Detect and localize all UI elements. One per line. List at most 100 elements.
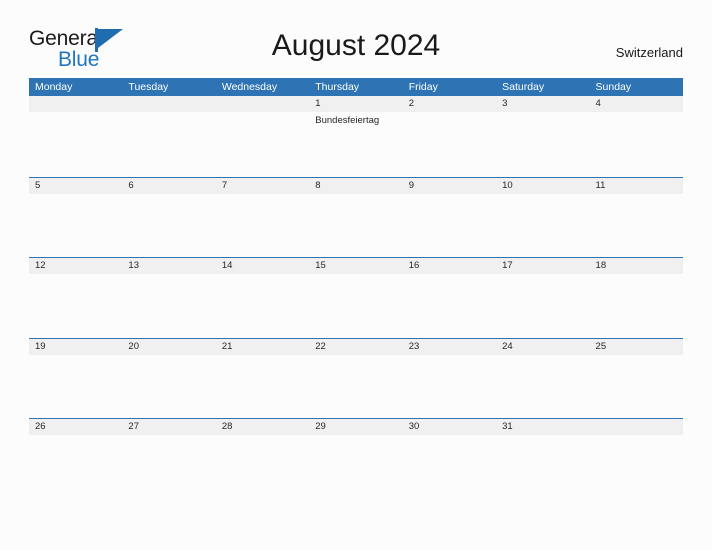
day-number: 7 xyxy=(221,179,228,191)
page-header: General Blue August 2024 Switzerland xyxy=(0,0,712,76)
calendar-day-cell[interactable] xyxy=(122,96,216,175)
calendar-day-cell[interactable]: 24 xyxy=(496,338,590,418)
calendar-week-row: 26 27 28 29 30 31 xyxy=(29,418,683,499)
calendar-day-cell[interactable]: 9 xyxy=(402,177,497,257)
day-number: 5 xyxy=(35,179,41,191)
day-number: 1 xyxy=(315,98,321,109)
calendar-grid: Monday Tuesday Wednesday Thursday Friday… xyxy=(29,78,683,499)
day-number: 15 xyxy=(315,260,326,271)
calendar-week-cells: 5 6 7 8 9 10 11 xyxy=(29,177,683,257)
calendar-day-cell[interactable]: 15 xyxy=(309,258,403,337)
calendar-day-cell[interactable]: 22 xyxy=(309,338,403,418)
calendar-day-cell[interactable]: 1 Bundesfeiertag xyxy=(309,96,403,175)
weekday-header-sunday: Sunday xyxy=(595,81,632,93)
day-number: 18 xyxy=(595,260,607,271)
calendar-week-row: 12 13 14 15 16 17 18 xyxy=(29,257,683,338)
day-number: 26 xyxy=(35,421,46,432)
day-number: 22 xyxy=(315,340,326,352)
calendar-day-cell[interactable]: 2 xyxy=(402,96,497,175)
day-number: 4 xyxy=(595,98,601,109)
calendar-day-cell[interactable]: 18 xyxy=(589,258,683,337)
day-number: 12 xyxy=(35,260,46,271)
day-number: 16 xyxy=(408,260,420,271)
calendar-day-cell[interactable]: 11 xyxy=(589,177,683,257)
calendar-day-cell[interactable]: 16 xyxy=(402,258,497,337)
page-title: August 2024 xyxy=(271,29,441,62)
calendar-day-cell[interactable]: 10 xyxy=(496,177,590,257)
day-number-band xyxy=(309,177,403,194)
day-event-label: Bundesfeiertag xyxy=(315,115,380,126)
calendar-day-cell[interactable]: 7 xyxy=(215,177,310,257)
day-number-band xyxy=(402,96,497,112)
calendar-day-cell[interactable]: 3 xyxy=(496,96,590,175)
weekday-header-thursday: Thursday xyxy=(315,81,360,93)
day-events: Bundesfeiertag xyxy=(315,114,399,127)
day-number: 6 xyxy=(128,179,134,191)
calendar-day-cell[interactable]: 27 xyxy=(122,419,216,498)
calendar-week-row: 1 Bundesfeiertag 2 3 4 xyxy=(29,96,683,177)
day-number: 24 xyxy=(502,340,513,352)
calendar-day-cell[interactable]: 29 xyxy=(309,419,403,498)
calendar-week-cells: 1 Bundesfeiertag 2 3 4 xyxy=(29,96,683,175)
day-number: 11 xyxy=(595,179,606,191)
calendar-week-row: 5 6 7 8 9 10 11 xyxy=(29,176,683,258)
day-number: 14 xyxy=(221,260,233,271)
weekday-header-tuesday: Tuesday xyxy=(128,81,169,93)
day-number: 29 xyxy=(315,421,326,432)
day-number-band xyxy=(402,177,497,194)
calendar-day-cell[interactable]: 23 xyxy=(402,338,497,418)
day-number: 13 xyxy=(128,260,139,271)
day-number: 28 xyxy=(221,421,233,432)
calendar-day-cell[interactable]: 6 xyxy=(122,177,216,257)
day-number-band xyxy=(589,419,683,435)
calendar-week-cells: 19 20 21 22 23 24 25 xyxy=(29,338,683,418)
calendar-day-cell[interactable]: 8 xyxy=(309,177,403,257)
calendar-day-cell[interactable]: 12 xyxy=(29,258,123,337)
weekday-header-row: Monday Tuesday Wednesday Thursday Friday… xyxy=(29,78,683,96)
calendar-day-cell[interactable]: 17 xyxy=(496,258,590,337)
calendar-day-cell[interactable]: 14 xyxy=(215,258,310,337)
day-number: 30 xyxy=(408,421,420,432)
calendar-day-cell[interactable]: 5 xyxy=(29,177,123,257)
calendar-day-cell[interactable]: 21 xyxy=(215,338,310,418)
day-number: 25 xyxy=(595,340,607,352)
weekday-header-friday: Friday xyxy=(408,81,438,93)
weekday-header-monday: Monday xyxy=(35,81,73,93)
day-number: 27 xyxy=(128,421,139,432)
calendar-day-cell[interactable]: 4 xyxy=(589,96,683,175)
day-number-band xyxy=(496,96,590,112)
calendar-day-cell[interactable]: 31 xyxy=(496,419,590,498)
calendar-day-cell[interactable]: 13 xyxy=(122,258,216,337)
calendar-day-cell[interactable]: 26 xyxy=(29,419,123,498)
day-number: 2 xyxy=(408,98,414,109)
day-number: 20 xyxy=(128,340,139,352)
day-number-band xyxy=(29,177,123,194)
day-number: 19 xyxy=(35,340,46,352)
day-number-band xyxy=(215,177,310,194)
day-number-band xyxy=(29,96,123,112)
calendar-day-cell[interactable] xyxy=(29,96,123,175)
calendar-week-row: 19 20 21 22 23 24 25 xyxy=(29,337,683,419)
day-number: 21 xyxy=(221,340,233,352)
calendar-day-cell[interactable]: 25 xyxy=(589,338,683,418)
day-number-band xyxy=(589,96,683,112)
day-number: 23 xyxy=(408,340,420,352)
day-number-band xyxy=(122,177,216,194)
calendar-day-cell[interactable] xyxy=(589,419,683,498)
calendar-day-cell[interactable]: 28 xyxy=(215,419,310,498)
weekday-header-wednesday: Wednesday xyxy=(221,81,278,93)
day-number: 9 xyxy=(408,179,414,191)
day-number: 17 xyxy=(502,260,513,271)
calendar-day-cell[interactable]: 30 xyxy=(402,419,497,498)
weekday-header-saturday: Saturday xyxy=(502,81,545,93)
day-number-band xyxy=(215,96,310,112)
day-number: 31 xyxy=(502,421,513,432)
calendar-day-cell[interactable]: 20 xyxy=(122,338,216,418)
region-label: Switzerland xyxy=(615,45,683,60)
day-number: 8 xyxy=(315,179,321,191)
calendar-day-cell[interactable]: 19 xyxy=(29,338,123,418)
calendar-weeks: 1 Bundesfeiertag 2 3 4 5 6 7 8 9 10 11 12 13 14 15 16 17 1… xyxy=(29,96,683,499)
calendar-day-cell[interactable] xyxy=(215,96,310,175)
day-number-band xyxy=(122,96,216,112)
calendar-week-cells: 12 13 14 15 16 17 18 xyxy=(29,258,683,337)
